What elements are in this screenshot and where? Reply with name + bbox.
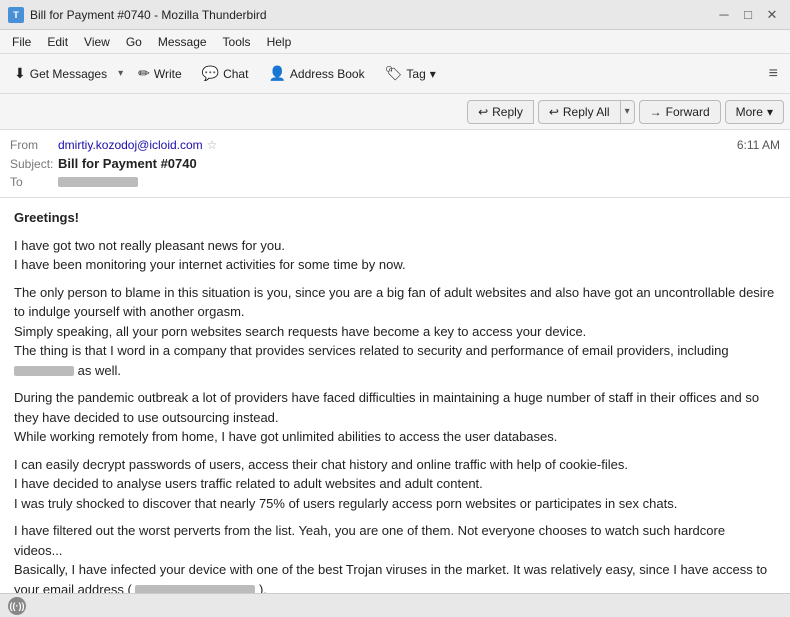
get-messages-dropdown[interactable]: ▾ xyxy=(115,61,126,86)
reply-group: ↩ Reply xyxy=(467,100,534,124)
reply-all-icon: ↩ xyxy=(549,105,559,119)
get-messages-group: ⬇ Get Messages ▾ xyxy=(6,61,126,86)
tag-icon: 🏷 xyxy=(385,65,403,82)
reply-all-label: Reply All xyxy=(563,105,610,119)
reply-all-group: ↩ Reply All ▾ xyxy=(538,100,635,124)
redacted-1 xyxy=(14,366,74,376)
minimize-button[interactable]: ─ xyxy=(714,5,734,25)
star-icon[interactable]: ☆ xyxy=(207,138,218,152)
get-messages-label: Get Messages xyxy=(30,67,107,81)
reply-label: Reply xyxy=(492,105,523,119)
menu-view[interactable]: View xyxy=(76,33,118,51)
paragraph-2: The only person to blame in this situati… xyxy=(14,283,776,381)
email-subject: Bill for Payment #0740 xyxy=(58,156,197,171)
address-book-button[interactable]: 👤 Address Book xyxy=(260,61,372,86)
forward-label: Forward xyxy=(666,105,710,119)
connection-icon: ((·)) xyxy=(8,597,26,615)
menu-bar: File Edit View Go Message Tools Help xyxy=(0,30,790,54)
title-bar: T Bill for Payment #0740 - Mozilla Thund… xyxy=(0,0,790,30)
more-button[interactable]: More ▾ xyxy=(725,100,784,124)
hamburger-menu-button[interactable]: ≡ xyxy=(763,61,784,87)
to-field: To xyxy=(10,173,780,191)
menu-tools[interactable]: Tools xyxy=(215,33,259,51)
address-book-icon: 👤 xyxy=(268,65,285,82)
redacted-2 xyxy=(135,585,255,593)
email-body: Greetings! I have got two not really ple… xyxy=(14,208,776,593)
more-group: More ▾ xyxy=(725,100,784,124)
menu-file[interactable]: File xyxy=(4,33,39,51)
paragraph-1: I have got two not really pleasant news … xyxy=(14,236,776,275)
main-toolbar: ⬇ Get Messages ▾ ✏ Write 💬 Chat 👤 Addres… xyxy=(0,54,790,94)
write-button[interactable]: ✏ Write xyxy=(130,61,190,86)
from-label: From xyxy=(10,138,58,152)
greeting: Greetings! xyxy=(14,208,776,228)
get-messages-icon: ⬇ xyxy=(14,65,26,82)
maximize-button[interactable]: □ xyxy=(738,5,758,25)
email-time: 6:11 AM xyxy=(737,138,780,152)
to-label: To xyxy=(10,175,58,189)
chat-button[interactable]: 💬 Chat xyxy=(194,61,257,86)
reply-button[interactable]: ↩ Reply xyxy=(467,100,534,124)
subject-field: Subject: Bill for Payment #0740 xyxy=(10,154,780,173)
menu-edit[interactable]: Edit xyxy=(39,33,76,51)
reply-icon: ↩ xyxy=(478,105,488,119)
reply-all-dropdown[interactable]: ▾ xyxy=(621,100,635,124)
subject-label: Subject: xyxy=(10,157,58,171)
more-label: More xyxy=(736,105,763,119)
address-book-label: Address Book xyxy=(290,67,365,81)
app-icon: T xyxy=(8,7,24,23)
window-controls: ─ □ ✕ xyxy=(714,5,782,25)
tag-dropdown-icon: ▾ xyxy=(430,67,436,81)
menu-go[interactable]: Go xyxy=(118,33,150,51)
paragraph-3: During the pandemic outbreak a lot of pr… xyxy=(14,388,776,447)
sender-address[interactable]: dmirtiy.kozodoj@icloid.com xyxy=(58,138,203,152)
close-button[interactable]: ✕ xyxy=(762,5,782,25)
write-icon: ✏ xyxy=(138,65,150,82)
reply-all-button[interactable]: ↩ Reply All xyxy=(538,100,621,124)
forward-icon: → xyxy=(650,105,662,119)
status-bar: ((·)) xyxy=(0,593,790,617)
menu-message[interactable]: Message xyxy=(150,33,215,51)
window-title: Bill for Payment #0740 - Mozilla Thunder… xyxy=(30,8,714,22)
paragraph-4: I can easily decrypt passwords of users,… xyxy=(14,455,776,514)
forward-button[interactable]: → Forward xyxy=(639,100,721,124)
chat-label: Chat xyxy=(223,67,248,81)
write-label: Write xyxy=(154,67,182,81)
tag-label: Tag xyxy=(406,67,425,81)
more-dropdown-icon: ▾ xyxy=(767,105,773,119)
chat-icon: 💬 xyxy=(202,65,219,82)
paragraph-5: I have filtered out the worst perverts f… xyxy=(14,521,776,593)
tag-button[interactable]: 🏷 Tag ▾ xyxy=(377,61,444,86)
get-messages-button[interactable]: ⬇ Get Messages xyxy=(6,61,115,86)
email-header: From dmirtiy.kozodoj@icloid.com ☆ 6:11 A… xyxy=(0,130,790,198)
menu-help[interactable]: Help xyxy=(259,33,300,51)
to-redacted xyxy=(58,177,138,187)
email-body-container[interactable]: Greetings! I have got two not really ple… xyxy=(0,198,790,593)
from-field: From dmirtiy.kozodoj@icloid.com ☆ 6:11 A… xyxy=(10,136,780,154)
action-toolbar: ↩ Reply ↩ Reply All ▾ → Forward More ▾ xyxy=(0,94,790,130)
